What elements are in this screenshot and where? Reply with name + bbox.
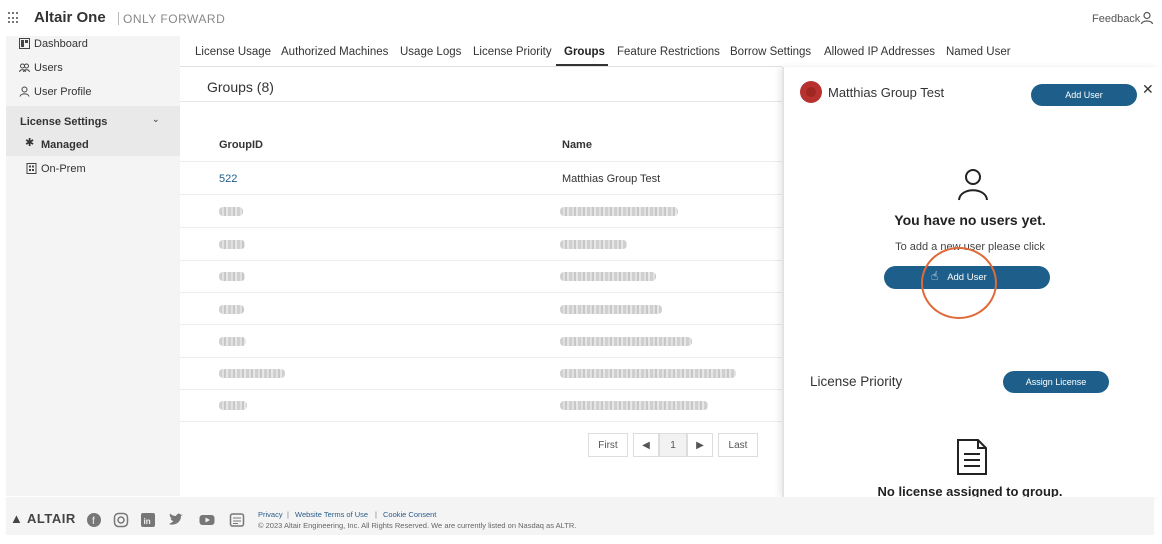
pagination-prev-button[interactable]: ◀	[633, 433, 659, 457]
assign-license-button[interactable]: Assign License	[1003, 371, 1109, 393]
document-icon	[957, 439, 987, 475]
copyright-text: © 2023 Altair Engineering, Inc. All Righ…	[258, 521, 577, 530]
tab-usage-logs[interactable]: Usage Logs	[400, 46, 461, 58]
svg-text:in: in	[144, 517, 151, 526]
user-placeholder-icon	[958, 169, 988, 201]
row-divider	[180, 324, 782, 325]
blurred-id	[219, 305, 244, 314]
altair-logo[interactable]: ▲ ALTAIR	[10, 511, 76, 526]
sidebar-item-label: On-Prem	[41, 163, 86, 175]
cursor-highlight	[921, 247, 997, 319]
blurred-id	[219, 240, 245, 249]
tab-bar: License Usage Authorized Machines Usage …	[180, 40, 811, 66]
tab-authorized-machines[interactable]: Authorized Machines	[281, 46, 388, 58]
footer-separator: |	[375, 510, 377, 519]
pagination-next-button[interactable]: ▶	[687, 433, 713, 457]
footer-separator: |	[287, 510, 289, 519]
chevron-left-icon: ◀	[642, 439, 650, 451]
row-divider	[180, 227, 782, 228]
row-divider	[180, 194, 782, 195]
sidebar-item-label: Users	[34, 62, 63, 74]
title-divider	[180, 101, 782, 102]
blurred-name	[560, 401, 708, 410]
license-priority-title: License Priority	[810, 374, 903, 389]
blurred-name	[560, 240, 627, 249]
pagination-last-button[interactable]: Last	[718, 433, 758, 457]
blurred-name	[560, 272, 656, 281]
tab-borrow-settings[interactable]: Borrow Settings	[730, 46, 811, 58]
row-divider	[180, 421, 782, 422]
blurred-id	[219, 369, 285, 378]
blurred-id	[219, 337, 246, 346]
page-title: Groups (8)	[207, 79, 274, 95]
group-id-cell[interactable]: 522	[219, 173, 237, 185]
section-label: License Settings	[20, 116, 108, 128]
app-grid-icon[interactable]	[8, 12, 20, 24]
avatar-inner	[806, 87, 816, 97]
linkedin-icon[interactable]: in	[140, 512, 156, 528]
blurred-name	[560, 337, 692, 346]
blurred-id	[219, 207, 243, 216]
facebook-icon[interactable]: f	[86, 512, 102, 528]
svg-text:f: f	[92, 516, 95, 527]
tab-named-user[interactable]: Named User	[946, 46, 1011, 58]
users-icon	[19, 63, 30, 73]
empty-state-title: You have no users yet.	[894, 212, 1046, 228]
pagination-page-current[interactable]: 1	[659, 433, 687, 457]
column-header-name[interactable]: Name	[562, 139, 592, 151]
blurred-name	[560, 305, 662, 314]
sidebar: Dashboard Users User Profile License Set…	[6, 36, 180, 496]
news-icon[interactable]	[229, 512, 245, 528]
instagram-icon[interactable]	[113, 512, 129, 528]
row-divider	[180, 161, 782, 162]
account-icon[interactable]	[1140, 11, 1154, 25]
chevron-right-icon: ▶	[696, 439, 704, 451]
pointer-hand-icon: ☝	[931, 269, 939, 283]
logo-text: ALTAIR	[27, 511, 76, 526]
column-header-groupid[interactable]: GroupID	[219, 139, 263, 151]
close-icon[interactable]: ✕	[1142, 81, 1154, 98]
blurred-id	[219, 272, 245, 281]
sidebar-item-label: Managed	[41, 139, 89, 151]
privacy-link[interactable]: Privacy	[258, 510, 283, 519]
row-divider	[180, 260, 782, 261]
sidebar-item-label: Dashboard	[34, 38, 88, 50]
tab-allowed-ip-addresses[interactable]: Allowed IP Addresses	[824, 46, 935, 58]
pagination-first-button[interactable]: First	[588, 433, 628, 457]
tab-feature-restrictions[interactable]: Feature Restrictions	[617, 46, 720, 58]
cookie-consent-link[interactable]: Cookie Consent	[383, 510, 436, 519]
tab-groups[interactable]: Groups	[564, 46, 605, 58]
sidebar-item-label: User Profile	[34, 86, 92, 98]
dashboard-icon	[19, 38, 30, 49]
website-terms-link[interactable]: Website Terms of Use	[295, 510, 368, 519]
feedback-link[interactable]: Feedback	[1092, 13, 1140, 25]
altair-triangle-icon: ▲	[10, 511, 24, 526]
blurred-name	[560, 207, 678, 216]
row-divider	[180, 357, 782, 358]
user-icon	[19, 86, 30, 97]
youtube-icon[interactable]	[199, 512, 215, 528]
add-user-button[interactable]: Add User	[1031, 84, 1137, 106]
tab-divider	[180, 66, 782, 67]
tab-license-priority[interactable]: License Priority	[473, 46, 552, 58]
group-name-cell: Matthias Group Test	[562, 173, 661, 185]
gear-icon: ✱	[25, 137, 35, 149]
blurred-id	[219, 401, 247, 410]
chevron-down-icon: ⌄	[152, 114, 160, 124]
row-divider	[180, 389, 782, 390]
brand-tagline: ONLY FORWARD	[123, 12, 226, 26]
twitter-icon[interactable]	[168, 512, 184, 528]
brand-name[interactable]: Altair One	[34, 9, 106, 26]
blurred-name	[560, 369, 736, 378]
building-icon	[26, 163, 37, 174]
row-divider	[180, 292, 782, 293]
panel-group-name: Matthias Group Test	[828, 85, 945, 100]
brand-divider	[118, 12, 119, 25]
tab-license-usage[interactable]: License Usage	[195, 46, 271, 58]
